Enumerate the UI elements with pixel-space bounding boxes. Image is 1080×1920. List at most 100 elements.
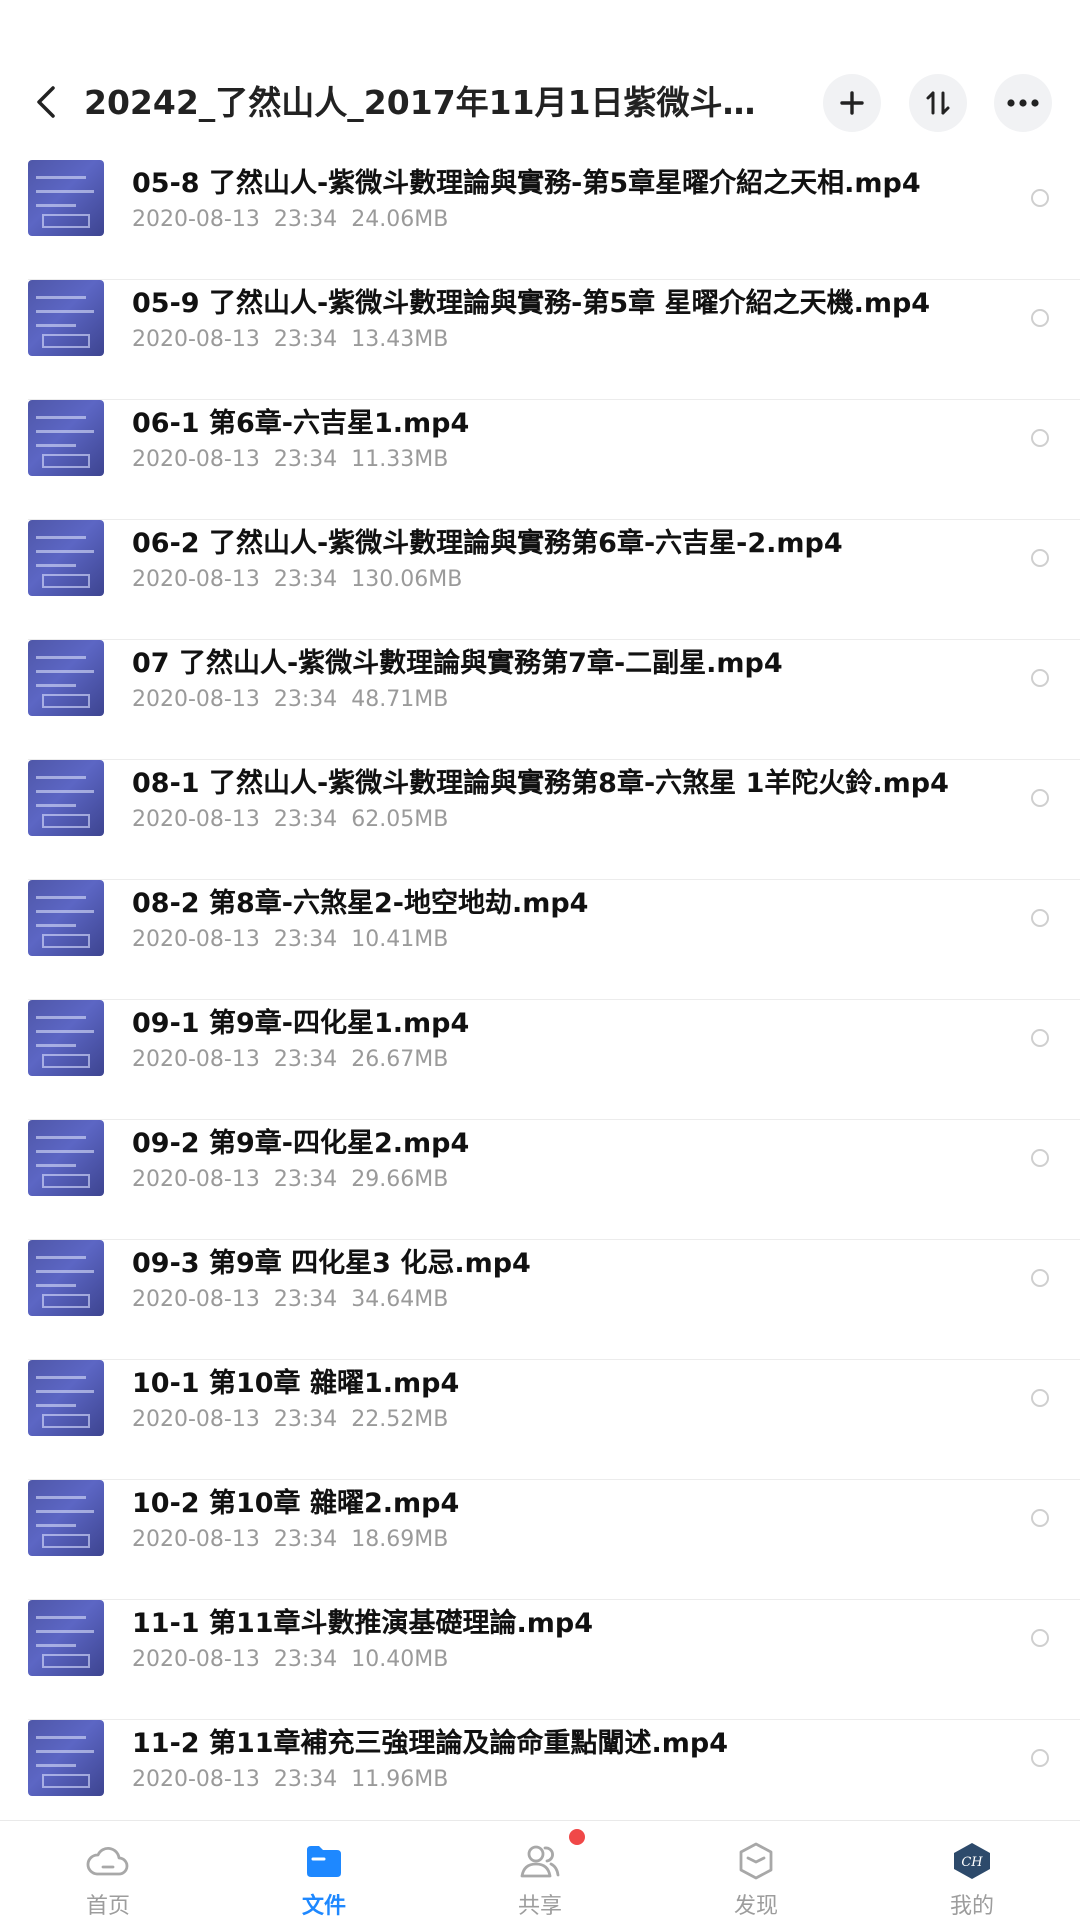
- file-name: 10-1 第10章 雜曜1.mp4: [132, 1368, 460, 1399]
- file-row[interactable]: 08-2 第8章-六煞星2-地空地劫.mp4 2020-08-13 23:34 1…: [0, 880, 1080, 1000]
- file-name: 11-1 第11章斗數推演基礎理論.mp4: [132, 1608, 594, 1639]
- file-list: 05-8 了然山人-紫微斗數理論與實務-第5章星曜介紹之天相.mp4 2020-0…: [0, 160, 1080, 1820]
- file-size: 10.41MB: [351, 927, 449, 952]
- tab-label: 共享: [517, 1894, 562, 1919]
- file-meta: 2020-08-13 23:34 18.69MB: [132, 1525, 448, 1555]
- video-thumbnail: [28, 160, 104, 236]
- file-meta: 2020-08-13 23:34 10.40MB: [132, 1645, 448, 1675]
- file-size: 24.06MB: [351, 207, 449, 232]
- video-thumbnail: [28, 1600, 104, 1676]
- file-name: 07 了然山人-紫微斗數理論與實務第7章-二副星.mp4: [132, 648, 783, 679]
- sort-icon: [926, 91, 950, 115]
- file-name: 08-2 第8章-六煞星2-地空地劫.mp4: [132, 888, 589, 919]
- file-row[interactable]: 06-2 了然山人-紫微斗數理論與實務第6章-六吉星-2.mp4 2020-08-…: [0, 520, 1080, 640]
- file-row[interactable]: 06-1 第6章-六吉星1.mp4 2020-08-13 23:34 11.33M…: [0, 400, 1080, 520]
- file-row[interactable]: 11-1 第11章斗數推演基礎理論.mp4 2020-08-13 23:34 10…: [0, 1600, 1080, 1720]
- file-size: 22.52MB: [351, 1407, 449, 1432]
- select-radio[interactable]: [1031, 1509, 1049, 1527]
- video-thumbnail: [28, 1240, 104, 1316]
- video-thumbnail: [28, 400, 104, 476]
- more-dots-icon: [1007, 99, 1039, 107]
- select-radio[interactable]: [1031, 549, 1049, 567]
- file-meta: 2020-08-13 23:34 48.71MB: [132, 685, 448, 715]
- file-row[interactable]: 05-8 了然山人-紫微斗數理論與實務-第5章星曜介紹之天相.mp4 2020-0…: [0, 160, 1080, 280]
- file-row[interactable]: 07 了然山人-紫微斗數理論與實務第7章-二副星.mp4 2020-08-13 2…: [0, 640, 1080, 760]
- more-button[interactable]: [994, 74, 1052, 132]
- file-size: 11.33MB: [351, 447, 449, 472]
- file-name: 10-2 第10章 雜曜2.mp4: [132, 1488, 460, 1519]
- file-name: 05-9 了然山人-紫微斗數理論與實務-第5章 星曜介紹之天機.mp4: [132, 288, 931, 319]
- file-row[interactable]: 09-1 第9章-四化星1.mp4 2020-08-13 23:34 26.67M…: [0, 1000, 1080, 1120]
- notification-badge: [569, 1829, 585, 1845]
- tab-label: 发现: [733, 1894, 778, 1919]
- avatar-icon: CH: [950, 1839, 994, 1883]
- file-meta: 2020-08-13 23:34 62.05MB: [132, 805, 448, 835]
- file-date: 2020-08-13 23:34: [132, 1767, 338, 1792]
- add-button[interactable]: [823, 74, 881, 132]
- select-radio[interactable]: [1031, 1269, 1049, 1287]
- avatar-text: CH: [961, 1855, 983, 1870]
- tab-label: 首页: [85, 1894, 130, 1919]
- file-date: 2020-08-13 23:34: [132, 207, 338, 232]
- file-name: 09-3 第9章 四化星3 化忌.mp4: [132, 1248, 531, 1279]
- file-date: 2020-08-13 23:34: [132, 567, 338, 592]
- people-icon: [518, 1839, 562, 1883]
- video-thumbnail: [28, 760, 104, 836]
- file-date: 2020-08-13 23:34: [132, 1047, 338, 1072]
- file-name: 09-1 第9章-四化星1.mp4: [132, 1008, 470, 1039]
- select-radio[interactable]: [1031, 909, 1049, 927]
- file-meta: 2020-08-13 23:34 13.43MB: [132, 325, 448, 355]
- select-radio[interactable]: [1031, 1749, 1049, 1767]
- file-row[interactable]: 09-2 第9章-四化星2.mp4 2020-08-13 23:34 29.66M…: [0, 1120, 1080, 1240]
- file-meta: 2020-08-13 23:34 11.33MB: [132, 445, 448, 475]
- file-browser-screen: 20242_了然山人_2017年11月1日紫微斗数视频 05-8 了然山人-紫微: [0, 0, 1080, 1920]
- cube-icon: [734, 1839, 778, 1883]
- select-radio[interactable]: [1031, 669, 1049, 687]
- file-size: 10.40MB: [351, 1647, 449, 1672]
- file-date: 2020-08-13 23:34: [132, 1407, 338, 1432]
- back-arrow-icon: [37, 86, 55, 118]
- file-size: 29.66MB: [351, 1167, 449, 1192]
- video-thumbnail: [28, 1000, 104, 1076]
- tab-share[interactable]: 共享: [432, 1821, 648, 1920]
- file-row[interactable]: 11-2 第11章補充三強理論及論命重點闡述.mp4 2020-08-13 23:…: [0, 1720, 1080, 1820]
- file-meta: 2020-08-13 23:34 10.41MB: [132, 925, 448, 955]
- bottom-tab-bar: 首页 文件 共享 发现 CH 我的: [0, 1820, 1080, 1920]
- file-name: 06-1 第6章-六吉星1.mp4: [132, 408, 470, 439]
- file-name: 05-8 了然山人-紫微斗數理論與實務-第5章星曜介紹之天相.mp4: [132, 168, 921, 199]
- file-name: 08-1 了然山人-紫微斗數理論與實務第8章-六煞星 1羊陀火鈴.mp4: [132, 768, 949, 799]
- file-row[interactable]: 05-9 了然山人-紫微斗數理論與實務-第5章 星曜介紹之天機.mp4 2020-…: [0, 280, 1080, 400]
- file-meta: 2020-08-13 23:34 11.96MB: [132, 1765, 448, 1795]
- sort-button[interactable]: [909, 74, 967, 132]
- file-size: 62.05MB: [351, 807, 449, 832]
- file-row[interactable]: 10-2 第10章 雜曜2.mp4 2020-08-13 23:34 18.69M…: [0, 1480, 1080, 1600]
- tab-discover[interactable]: 发现: [648, 1821, 864, 1920]
- file-date: 2020-08-13 23:34: [132, 1167, 338, 1192]
- file-row[interactable]: 10-1 第10章 雜曜1.mp4 2020-08-13 23:34 22.52M…: [0, 1360, 1080, 1480]
- file-date: 2020-08-13 23:34: [132, 687, 338, 712]
- folder-icon: [302, 1839, 346, 1883]
- tab-files[interactable]: 文件: [216, 1821, 432, 1920]
- file-date: 2020-08-13 23:34: [132, 1647, 338, 1672]
- video-thumbnail: [28, 520, 104, 596]
- select-radio[interactable]: [1031, 1149, 1049, 1167]
- select-radio[interactable]: [1031, 1629, 1049, 1647]
- file-size: 13.43MB: [351, 327, 449, 352]
- back-button[interactable]: [26, 82, 66, 122]
- video-thumbnail: [28, 280, 104, 356]
- select-radio[interactable]: [1031, 429, 1049, 447]
- tab-profile[interactable]: CH 我的: [864, 1821, 1080, 1920]
- video-thumbnail: [28, 1720, 104, 1796]
- file-row[interactable]: 09-3 第9章 四化星3 化忌.mp4 2020-08-13 23:34 34.…: [0, 1240, 1080, 1360]
- video-thumbnail: [28, 880, 104, 956]
- file-row[interactable]: 08-1 了然山人-紫微斗數理論與實務第8章-六煞星 1羊陀火鈴.mp4 2020…: [0, 760, 1080, 880]
- select-radio[interactable]: [1031, 789, 1049, 807]
- select-radio[interactable]: [1031, 309, 1049, 327]
- select-radio[interactable]: [1031, 1389, 1049, 1407]
- tab-home[interactable]: 首页: [0, 1821, 216, 1920]
- select-radio[interactable]: [1031, 189, 1049, 207]
- video-thumbnail: [28, 1360, 104, 1436]
- file-size: 26.67MB: [351, 1047, 449, 1072]
- select-radio[interactable]: [1031, 1029, 1049, 1047]
- file-meta: 2020-08-13 23:34 22.52MB: [132, 1405, 448, 1435]
